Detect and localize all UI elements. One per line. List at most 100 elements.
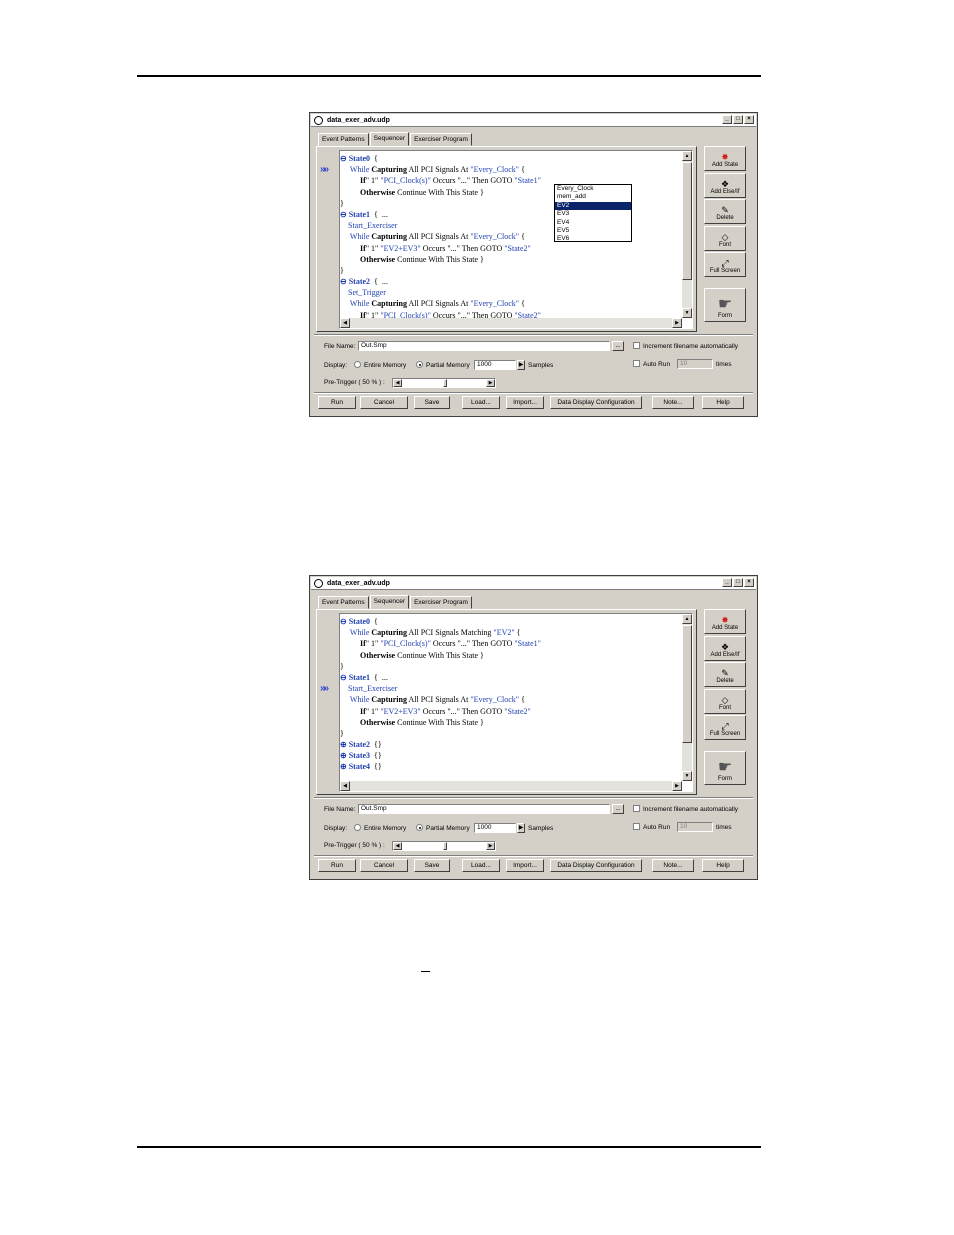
code-line[interactable]: ⊕ State4 {} <box>340 761 541 772</box>
tab-event-patterns[interactable]: Event Patterns <box>318 596 369 609</box>
entire-memory-radio[interactable] <box>354 824 361 831</box>
run-button[interactable]: Run <box>318 396 356 409</box>
code-line[interactable]: ⊕ State2 {} <box>340 739 541 750</box>
code-line[interactable]: Otherwise Continue With This State } <box>340 650 541 661</box>
dropdown-option[interactable]: EV3 <box>555 210 631 218</box>
auto-run-count-field[interactable]: 10 <box>677 359 713 369</box>
note-button[interactable]: Note... <box>652 396 694 409</box>
slider-right-icon[interactable]: ▶ <box>486 842 495 850</box>
code-line[interactable]: While Capturing All PCI Signals Matching… <box>340 627 541 638</box>
slider-left-icon[interactable]: ◀ <box>393 379 402 387</box>
dropdown-option[interactable]: EV6 <box>555 235 631 243</box>
code-line[interactable]: } <box>340 265 541 276</box>
slider-right-icon[interactable]: ▶ <box>486 379 495 387</box>
tab-exerciser-program[interactable]: Exerciser Program <box>410 596 472 609</box>
form-button[interactable]: ☛ Form <box>704 288 746 322</box>
scroll-thumb[interactable] <box>682 162 692 280</box>
delete-button[interactable]: ✎ Delete <box>704 199 746 224</box>
tab-sequencer[interactable]: Sequencer <box>369 132 410 146</box>
code-line[interactable]: } <box>340 661 541 672</box>
code-line[interactable]: While Capturing All PCI Signals At "Ever… <box>340 231 541 242</box>
code-line[interactable]: ⊖ State2 { ... <box>340 276 541 287</box>
scroll-thumb[interactable] <box>682 625 692 743</box>
dropdown-option[interactable]: EV2 <box>555 201 631 211</box>
add-else-if-button[interactable]: ❖ Add Else/If <box>704 172 746 198</box>
code-line[interactable]: ⊖ State0 { <box>340 616 541 627</box>
code-line[interactable]: ⊖ State1 { ... <box>340 672 541 683</box>
dropdown-option[interactable]: EV5 <box>555 227 631 235</box>
code-line[interactable]: } <box>340 198 541 209</box>
load-button[interactable]: Load... <box>462 396 500 409</box>
data-display-config-button[interactable]: Data Display Configuration <box>550 859 642 872</box>
browse-button[interactable]: ... <box>612 804 624 814</box>
delete-button[interactable]: ✎ Delete <box>704 662 746 687</box>
form-button[interactable]: ☛ Form <box>704 751 746 785</box>
code-line[interactable]: Set_Trigger <box>340 287 541 298</box>
load-button[interactable]: Load... <box>462 859 500 872</box>
scroll-up-icon[interactable]: ▲ <box>682 151 692 161</box>
note-button[interactable]: Note... <box>652 859 694 872</box>
partial-memory-radio[interactable] <box>416 361 423 368</box>
samples-field[interactable]: 1000 <box>474 823 516 833</box>
tab-exerciser-program[interactable]: Exerciser Program <box>410 133 472 146</box>
full-screen-button[interactable]: ⤢ Full Screen <box>704 715 746 740</box>
code-line[interactable]: While Capturing All PCI Signals At "Ever… <box>340 298 541 309</box>
code-line[interactable]: ⊖ State1 { ... <box>340 209 541 220</box>
pretrigger-slider[interactable]: ◀ ▶ <box>392 378 496 388</box>
add-state-button[interactable]: ✸ Add State <box>704 609 746 634</box>
code-line[interactable]: If" 1" "EV2+EV3" Occurs "..." Then GOTO … <box>340 706 541 717</box>
partial-memory-radio[interactable] <box>416 824 423 831</box>
increment-filename-checkbox[interactable] <box>633 805 640 812</box>
font-button[interactable]: ◇ Font <box>704 225 746 251</box>
cancel-button[interactable]: Cancel <box>360 396 408 409</box>
scroll-right-icon[interactable]: ▶ <box>672 318 682 328</box>
code-line[interactable]: Otherwise Continue With This State } <box>340 717 541 728</box>
data-display-config-button[interactable]: Data Display Configuration <box>550 396 642 409</box>
signal-dropdown-list[interactable]: Every_Clock mem_add EV2 EV3 EV4 EV5 EV6 <box>554 184 632 242</box>
auto-run-checkbox[interactable] <box>633 823 640 830</box>
code-line[interactable]: Otherwise Continue With This State } <box>340 187 541 198</box>
code-line[interactable]: While Capturing All PCI Signals At "Ever… <box>340 694 541 705</box>
samples-spin-icon[interactable]: ▶ <box>517 823 525 833</box>
maximize-button[interactable]: □ <box>733 578 743 587</box>
pretrigger-slider[interactable]: ◀ ▶ <box>392 841 496 851</box>
add-state-button[interactable]: ✸ Add State <box>704 146 746 171</box>
save-button[interactable]: Save <box>414 396 450 409</box>
cancel-button[interactable]: Cancel <box>360 859 408 872</box>
auto-run-count-field[interactable]: 10 <box>677 822 713 832</box>
slider-left-icon[interactable]: ◀ <box>393 842 402 850</box>
help-button[interactable]: Help <box>702 859 744 872</box>
scroll-right-icon[interactable]: ▶ <box>672 781 682 791</box>
close-button[interactable]: × <box>744 578 754 587</box>
vertical-scrollbar[interactable]: ▲ ▼ <box>682 614 692 781</box>
code-line[interactable]: ⊖ State0 { <box>340 153 541 164</box>
dropdown-option[interactable]: mem_add <box>555 193 631 201</box>
full-screen-button[interactable]: ⤢ Full Screen <box>704 252 746 277</box>
import-button[interactable]: Import... <box>506 859 544 872</box>
increment-filename-checkbox[interactable] <box>633 342 640 349</box>
code-line[interactable]: Start_Exerciser <box>340 220 541 231</box>
scroll-left-icon[interactable]: ◀ <box>340 318 350 328</box>
scroll-down-icon[interactable]: ▼ <box>682 771 692 781</box>
code-line[interactable]: ⊕ State3 {} <box>340 750 541 761</box>
scroll-left-icon[interactable]: ◀ <box>340 781 350 791</box>
code-line[interactable]: While Capturing All PCI Signals At "Ever… <box>340 164 541 175</box>
scroll-down-icon[interactable]: ▼ <box>682 308 692 318</box>
entire-memory-radio[interactable] <box>354 361 361 368</box>
sequencer-editor[interactable]: ⊖ State0 { While Capturing All PCI Signa… <box>339 613 693 792</box>
code-line[interactable]: } <box>340 728 541 739</box>
code-line[interactable]: If" 1" "PCI_Clock(s)" Occurs "..." Then … <box>340 175 541 186</box>
save-button[interactable]: Save <box>414 859 450 872</box>
minimize-button[interactable]: _ <box>722 578 732 587</box>
dropdown-option[interactable]: EV4 <box>555 219 631 227</box>
code-line[interactable]: If" 1" "PCI_Clock(s)" Occurs "..." Then … <box>340 638 541 649</box>
run-button[interactable]: Run <box>318 859 356 872</box>
vertical-scrollbar[interactable]: ▲ ▼ <box>682 151 692 318</box>
import-button[interactable]: Import... <box>506 396 544 409</box>
help-button[interactable]: Help <box>702 396 744 409</box>
close-button[interactable]: × <box>744 115 754 124</box>
horizontal-scrollbar[interactable]: ◀ ▶ <box>340 318 682 328</box>
maximize-button[interactable]: □ <box>733 115 743 124</box>
tab-event-patterns[interactable]: Event Patterns <box>318 133 369 146</box>
code-line[interactable]: Otherwise Continue With This State } <box>340 254 541 265</box>
